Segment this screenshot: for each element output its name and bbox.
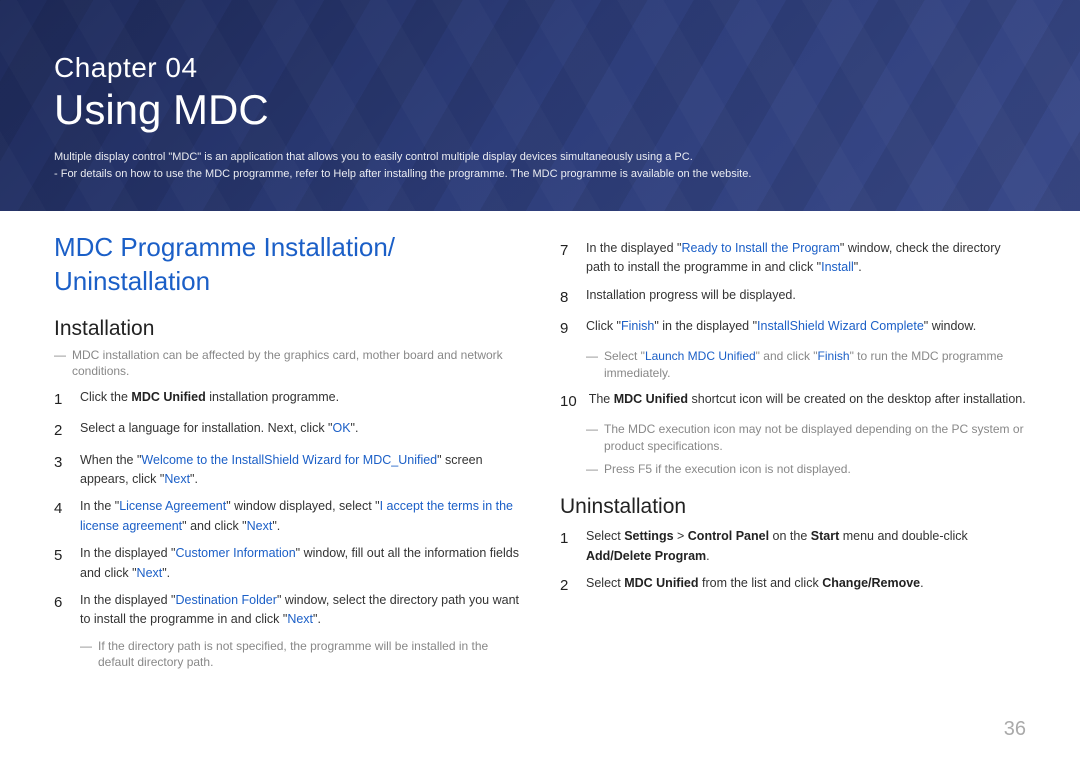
note-text: Select "Launch MDC Unified" and click "F… [604,348,1026,382]
chapter-header: Chapter 04 Using MDC Multiple display co… [0,0,1080,211]
note-text: Press F5 if the execution icon is not di… [604,461,851,478]
chapter-header-content: Chapter 04 Using MDC Multiple display co… [0,0,1080,182]
install-step-4: 4 In the "License Agreement" window disp… [54,497,520,536]
main-content: MDC Programme Installation/ Uninstallati… [0,211,1080,677]
dash-icon: ― [586,421,598,455]
install-note-icon-missing: ― The MDC execution icon may not be disp… [586,421,1026,455]
step-number: 2 [560,574,574,597]
uninstall-step-2: 2 Select MDC Unified from the list and c… [560,574,1026,597]
step-body: In the displayed "Destination Folder" wi… [80,591,520,630]
step-body: Installation progress will be displayed. [586,286,1026,309]
step-number: 8 [560,286,574,309]
step-body: Select MDC Unified from the list and cli… [586,574,1026,597]
install-note-launch: ― Select "Launch MDC Unified" and click … [586,348,1026,382]
step-number: 3 [54,451,68,490]
uninstall-step-1: 1 Select Settings > Control Panel on the… [560,527,1026,566]
section-title: MDC Programme Installation/ Uninstallati… [54,231,520,299]
step-number: 9 [560,317,574,340]
step-number: 2 [54,419,68,442]
note-text: If the directory path is not specified, … [98,638,520,672]
install-step-1: 1 Click the MDC Unified installation pro… [54,388,520,411]
step-number: 7 [560,239,574,278]
install-step-3: 3 When the "Welcome to the InstallShield… [54,451,520,490]
step-body: In the "License Agreement" window displa… [80,497,520,536]
install-note-press-f5: ― Press F5 if the execution icon is not … [586,461,1026,478]
section-title-line2: Uninstallation [54,266,210,296]
dash-icon: ― [586,461,598,478]
step-body: Click the MDC Unified installation progr… [80,388,520,411]
step-number: 1 [560,527,574,566]
step-body: The MDC Unified shortcut icon will be cr… [589,390,1026,413]
install-note-conditions: ― MDC installation can be affected by th… [54,347,520,381]
install-step-7: 7 In the displayed "Ready to Install the… [560,239,1026,278]
step-number: 4 [54,497,68,536]
install-note-default-dir: ― If the directory path is not specified… [80,638,520,672]
step-body: Select a language for installation. Next… [80,419,520,442]
install-step-9: 9 Click "Finish" in the displayed "Insta… [560,317,1026,340]
install-step-8: 8 Installation progress will be displaye… [560,286,1026,309]
page-number: 36 [1004,718,1026,741]
note-text: The MDC execution icon may not be displa… [604,421,1026,455]
step-body: In the displayed "Ready to Install the P… [586,239,1026,278]
install-step-10: 10 The MDC Unified shortcut icon will be… [560,390,1026,413]
step-number: 5 [54,544,68,583]
step-body: In the displayed "Customer Information" … [80,544,520,583]
dash-icon: ― [586,348,598,382]
installation-heading: Installation [54,317,520,341]
chapter-number: Chapter 04 [54,52,1026,84]
chapter-title: Using MDC [54,86,1026,134]
install-step-5: 5 In the displayed "Customer Information… [54,544,520,583]
install-step-2: 2 Select a language for installation. Ne… [54,419,520,442]
install-step-6: 6 In the displayed "Destination Folder" … [54,591,520,630]
step-body: When the "Welcome to the InstallShield W… [80,451,520,490]
section-title-line1: MDC Programme Installation/ [54,232,395,262]
note-text: MDC installation can be affected by the … [72,347,520,381]
right-column: 7 In the displayed "Ready to Install the… [560,231,1026,677]
chapter-desc-1: Multiple display control "MDC" is an app… [54,149,1026,166]
chapter-desc-2: - For details on how to use the MDC prog… [54,166,1026,183]
step-number: 6 [54,591,68,630]
left-column: MDC Programme Installation/ Uninstallati… [54,231,520,677]
step-number: 10 [560,390,577,413]
dash-icon: ― [80,638,92,672]
step-number: 1 [54,388,68,411]
dash-icon: ― [54,347,66,381]
step-body: Click "Finish" in the displayed "Install… [586,317,1026,340]
step-body: Select Settings > Control Panel on the S… [586,527,1026,566]
uninstallation-heading: Uninstallation [560,495,1026,519]
